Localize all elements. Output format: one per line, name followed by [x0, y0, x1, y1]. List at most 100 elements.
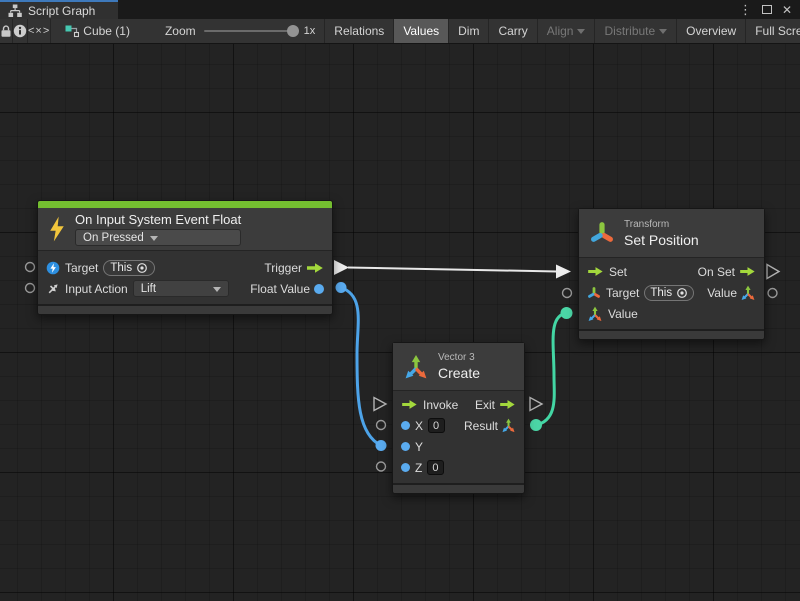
relations-label: Relations	[334, 24, 384, 38]
align-button[interactable]: Align	[537, 19, 595, 43]
port-invoke-in[interactable]	[374, 398, 386, 411]
port-event-target-in[interactable]	[26, 263, 35, 272]
code-view-button[interactable]: <×>	[28, 19, 51, 43]
distribute-button[interactable]: Distribute	[594, 19, 676, 43]
node-title: Create	[438, 365, 480, 381]
window-controls: ⋮ ✕	[739, 0, 800, 19]
flow-arrow-icon[interactable]	[306, 262, 324, 274]
set-row: Set On Set	[579, 261, 764, 282]
port-y-in[interactable]	[376, 440, 387, 451]
event-mode-dropdown[interactable]: On Pressed	[75, 229, 241, 246]
trigger-label: Trigger	[264, 261, 302, 275]
input-action-dropdown[interactable]: Lift	[133, 280, 229, 297]
event-node-accent-bar	[38, 201, 332, 208]
chevron-down-icon	[213, 287, 221, 296]
node-transform-set-position[interactable]: Transform Set Position Set On Set	[578, 208, 765, 340]
node-title: On Input System Event Float	[75, 212, 241, 227]
vector3-icon[interactable]	[587, 306, 603, 322]
overview-button[interactable]: Overview	[676, 19, 745, 43]
invoke-row: Invoke Exit	[393, 394, 524, 415]
on-set-label: On Set	[698, 265, 735, 279]
zoom-slider[interactable]	[204, 30, 296, 32]
chevron-down-icon	[150, 236, 158, 245]
event-mode-value: On Pressed	[83, 232, 144, 244]
values-button[interactable]: Values	[393, 19, 448, 43]
chevron-down-icon	[577, 29, 585, 38]
graph-target-button[interactable]: Cube (1)	[51, 19, 139, 43]
y-port[interactable]	[401, 442, 410, 451]
fullscreen-label: Full Screen	[755, 24, 800, 38]
target-picker-icon	[676, 287, 688, 299]
wire-arrowhead-icon	[556, 265, 571, 279]
float-value-label: Float Value	[250, 282, 310, 296]
port-transform-target-in[interactable]	[563, 289, 572, 298]
maximize-icon[interactable]	[762, 5, 772, 14]
port-transform-value-out[interactable]	[768, 289, 777, 298]
wire-floatvalue-to-y[interactable]	[341, 288, 381, 446]
set-label: Set	[609, 265, 627, 279]
port-result-out[interactable]	[530, 419, 542, 431]
toolbar-buttons: Relations Values Dim Carry Align Distrib…	[324, 19, 800, 43]
float-value-port[interactable]	[314, 284, 324, 294]
x-value-field[interactable]: 0	[428, 418, 445, 433]
flow-arrow-icon[interactable]	[587, 266, 604, 277]
x-row: X 0 Result	[393, 415, 524, 436]
target-picker-icon	[136, 262, 148, 274]
port-event-action-in[interactable]	[26, 284, 35, 293]
vector3-icon[interactable]	[740, 285, 756, 301]
port-trigger-out[interactable]	[334, 260, 349, 275]
overview-label: Overview	[686, 24, 736, 38]
input-system-icon	[46, 261, 60, 275]
tab-script-graph[interactable]: Script Graph	[0, 0, 118, 19]
z-port[interactable]	[401, 463, 410, 472]
port-z-in[interactable]	[377, 462, 386, 471]
vector3-icon[interactable]	[501, 418, 516, 433]
z-value-field[interactable]: 0	[427, 460, 444, 475]
dim-button[interactable]: Dim	[448, 19, 488, 43]
chevron-down-icon	[659, 29, 667, 38]
target-this-label: This	[650, 287, 672, 299]
flow-arrow-icon[interactable]	[499, 399, 516, 410]
port-floatvalue-out[interactable]	[336, 282, 347, 293]
flow-arrow-icon[interactable]	[401, 399, 418, 410]
port-exit-out[interactable]	[530, 398, 542, 411]
transform-target-row: Target This Value	[579, 282, 764, 303]
z-label: Z	[415, 461, 422, 475]
wire-result-to-value[interactable]	[536, 313, 567, 425]
event-target-row: Target This Trigger	[38, 257, 332, 278]
zoom-label: Zoom	[165, 24, 196, 38]
target-this-pill[interactable]: This	[103, 260, 155, 276]
wire-trigger-to-set[interactable]	[348, 268, 557, 272]
input-action-icon	[46, 282, 60, 296]
event-action-row: Input Action Lift Float Value	[38, 278, 332, 299]
zoom-slider-handle[interactable]	[287, 25, 299, 37]
y-label: Y	[415, 440, 423, 454]
flow-arrow-icon[interactable]	[739, 266, 756, 277]
relations-button[interactable]: Relations	[324, 19, 393, 43]
node-vector3-create[interactable]: Vector 3 Create Invoke Exit	[392, 342, 525, 494]
target-label: Target	[65, 261, 98, 275]
node-type-label: Transform	[624, 219, 699, 230]
port-x-in[interactable]	[377, 421, 386, 430]
fullscreen-button[interactable]: Full Screen	[745, 19, 800, 43]
target-this-pill[interactable]: This	[644, 285, 694, 301]
window-menu-icon[interactable]: ⋮	[739, 3, 752, 16]
port-onset-out[interactable]	[767, 265, 779, 279]
graph-canvas[interactable]: On Input System Event Float On Pressed T…	[0, 44, 800, 601]
target-label: Target	[606, 286, 639, 300]
graph-target-label: Cube (1)	[83, 24, 130, 38]
result-label: Result	[464, 419, 498, 433]
lock-button[interactable]	[0, 19, 13, 43]
graph-toolbar: <×> Cube (1) Zoom 1x Relations Values Di…	[0, 19, 800, 44]
x-port[interactable]	[401, 421, 410, 430]
info-icon	[13, 24, 27, 38]
info-button[interactable]	[13, 19, 28, 43]
zoom-control: Zoom 1x	[139, 19, 324, 43]
port-value-in[interactable]	[561, 307, 573, 319]
x-label: X	[415, 419, 423, 433]
carry-button[interactable]: Carry	[488, 19, 536, 43]
invoke-label: Invoke	[423, 398, 458, 412]
close-icon[interactable]: ✕	[782, 3, 792, 17]
lightning-bolt-icon	[48, 216, 66, 242]
node-on-input-system-event-float[interactable]: On Input System Event Float On Pressed T…	[37, 200, 333, 315]
